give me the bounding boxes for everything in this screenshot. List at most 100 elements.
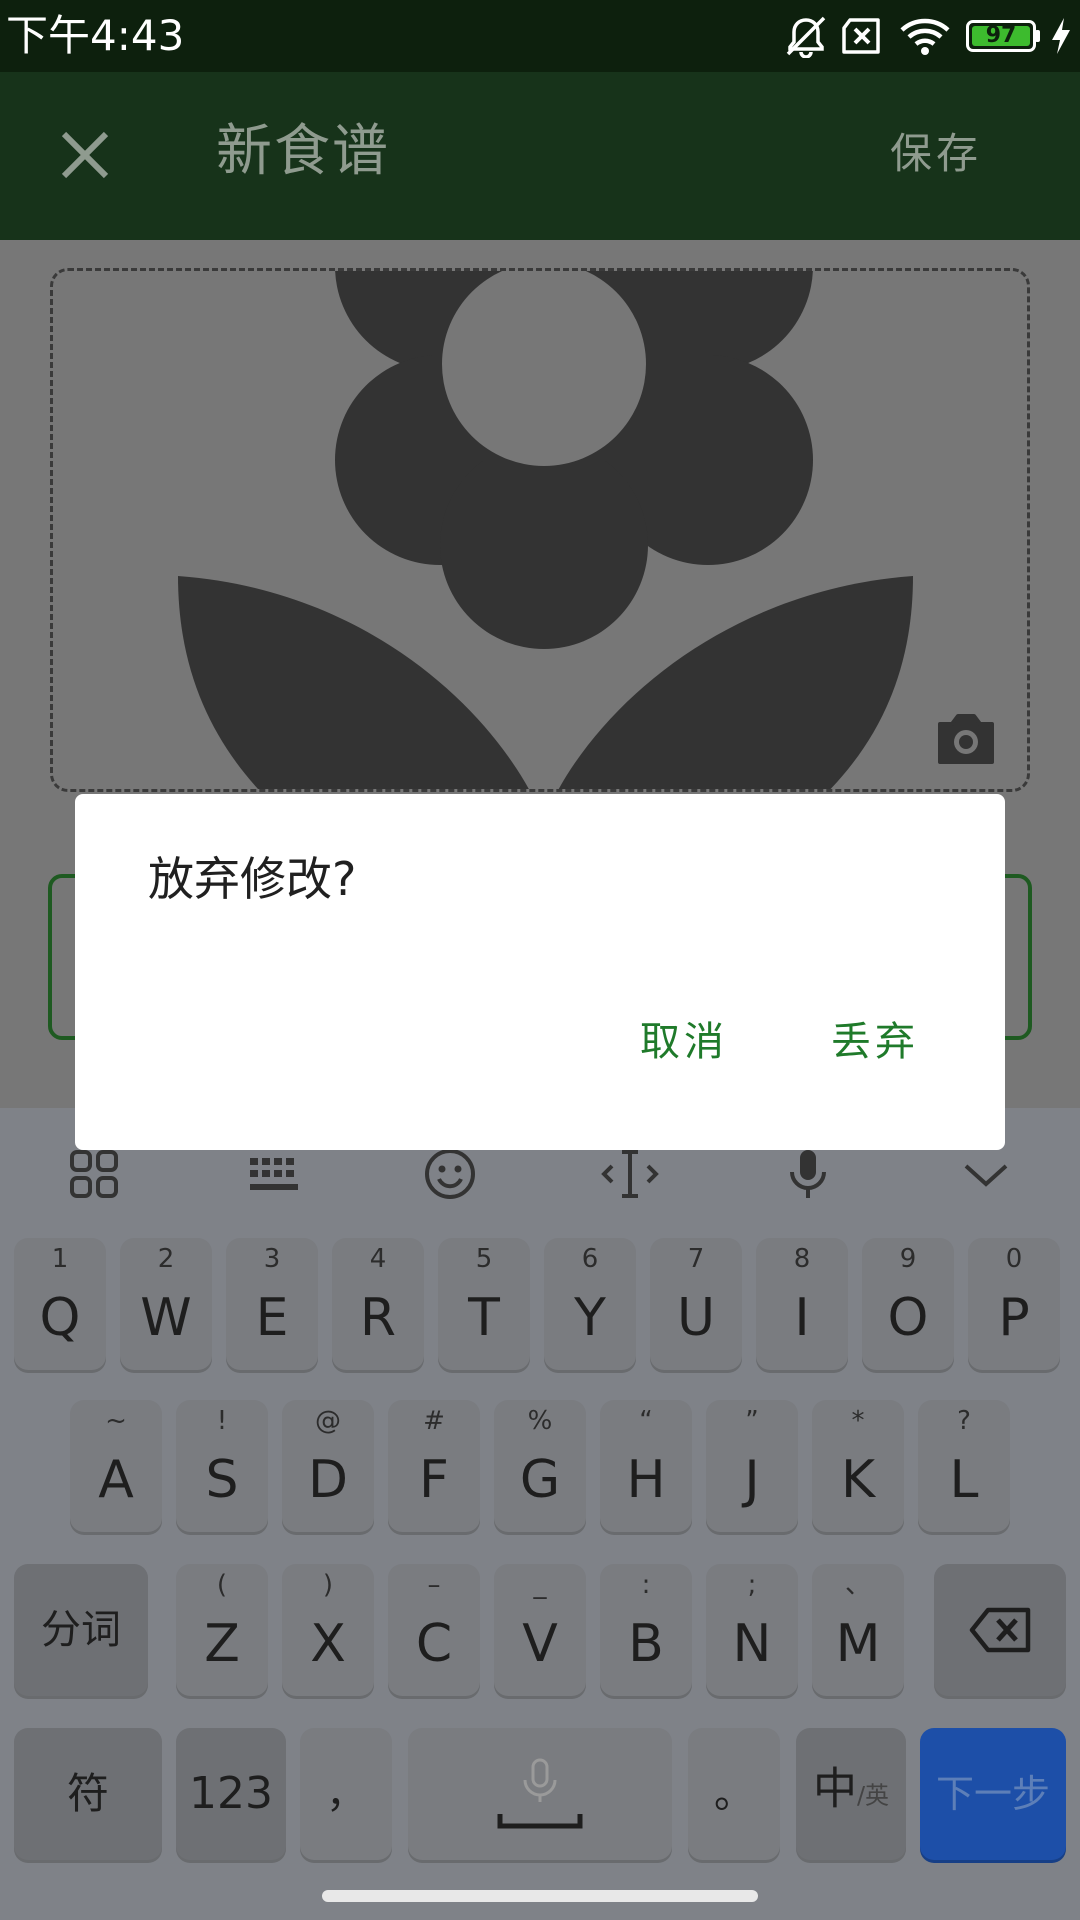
key-label: E xyxy=(255,1288,289,1348)
key-label: K xyxy=(840,1450,876,1510)
comma-key[interactable]: ， xyxy=(300,1728,392,1860)
key-label: W xyxy=(140,1288,192,1348)
key-o[interactable]: 9O xyxy=(862,1238,954,1370)
lang-sub-label: /英 xyxy=(856,1781,890,1810)
key-w[interactable]: 2W xyxy=(120,1238,212,1370)
key-label: B xyxy=(628,1614,664,1674)
key-hint: ” xyxy=(745,1406,759,1436)
key-hint: 0 xyxy=(1005,1244,1023,1274)
key-label: J xyxy=(744,1450,760,1510)
dialog-title: 放弃修改? xyxy=(148,852,357,906)
key-label: H xyxy=(626,1450,666,1510)
key-label: X xyxy=(310,1614,346,1674)
key-hint: – xyxy=(427,1570,441,1600)
key-hint: % xyxy=(527,1406,553,1436)
apps-grid-icon[interactable] xyxy=(64,1144,124,1204)
symbol-key[interactable]: 符 xyxy=(14,1728,162,1860)
close-icon[interactable] xyxy=(56,126,114,184)
key-hint: : xyxy=(641,1570,651,1600)
key-u[interactable]: 7U xyxy=(650,1238,742,1370)
key-n[interactable]: ; N xyxy=(706,1564,798,1696)
key-z[interactable]: (Z xyxy=(176,1564,268,1696)
key-label: P xyxy=(998,1288,1030,1348)
key-hint: # xyxy=(423,1406,445,1436)
key-j[interactable]: ” J xyxy=(706,1400,798,1532)
key-c[interactable]: – C xyxy=(388,1564,480,1696)
key-hint: ! xyxy=(216,1406,228,1436)
number-key[interactable]: 123 xyxy=(176,1728,286,1860)
key-a[interactable]: ~ A xyxy=(70,1400,162,1532)
recipe-image-placeholder[interactable] xyxy=(50,268,1030,792)
collapse-keyboard-icon[interactable] xyxy=(956,1144,1016,1204)
key-label: A xyxy=(98,1450,134,1510)
space-mic-icon xyxy=(497,1758,583,1829)
key-hint: ( xyxy=(216,1570,228,1600)
key-d[interactable]: @ D xyxy=(282,1400,374,1532)
fenci-key[interactable]: 分词 xyxy=(14,1564,148,1696)
key-label: F xyxy=(419,1450,449,1510)
key-hint: 8 xyxy=(793,1244,811,1274)
key-x[interactable]: ) X xyxy=(282,1564,374,1696)
key-label: S xyxy=(205,1450,239,1510)
key-y[interactable]: 6Y xyxy=(544,1238,636,1370)
backspace-icon xyxy=(969,1607,1031,1653)
key-v[interactable]: _ V xyxy=(494,1564,586,1696)
key-hint: 1 xyxy=(51,1244,69,1274)
key-m[interactable]: 、 M xyxy=(812,1564,904,1696)
battery-percent: 97 xyxy=(985,23,1017,48)
battery-icon: 97 xyxy=(966,20,1040,52)
keyboard-layout-icon[interactable] xyxy=(244,1144,304,1204)
emoji-icon[interactable] xyxy=(420,1144,480,1204)
key-label: C xyxy=(415,1614,453,1674)
key-hint: 7 xyxy=(687,1244,705,1274)
cancel-button[interactable]: 取消 xyxy=(640,1014,728,1070)
lang-main-label: 中 xyxy=(812,1763,857,1815)
key-hint: “ xyxy=(639,1406,653,1436)
key-r[interactable]: 4R xyxy=(332,1238,424,1370)
key-label: D xyxy=(307,1450,349,1510)
soft-keyboard: 1Q2W3E4R5T6Y7U8I9O0P ~ A! S @ D # F% G “H” J * K? L … xyxy=(0,1108,1080,1920)
flower-placeholder-icon xyxy=(178,271,913,789)
key-f[interactable]: # F xyxy=(388,1400,480,1532)
key-label: L xyxy=(949,1450,979,1510)
key-q[interactable]: 1Q xyxy=(14,1238,106,1370)
key-s[interactable]: ! S xyxy=(176,1400,268,1532)
language-switch-key[interactable]: 中/英 xyxy=(796,1728,906,1860)
period-key[interactable]: 。 xyxy=(688,1728,780,1860)
next-key[interactable]: 下一步 xyxy=(920,1728,1066,1860)
save-button[interactable]: 保存 xyxy=(890,124,982,184)
camera-icon[interactable] xyxy=(934,708,998,768)
key-l[interactable]: ? L xyxy=(918,1400,1010,1532)
key-label: U xyxy=(676,1288,716,1348)
discard-button[interactable]: 丢弃 xyxy=(831,1014,919,1070)
key-hint: 9 xyxy=(899,1244,917,1274)
key-label: V xyxy=(522,1614,558,1674)
key-p[interactable]: 0P xyxy=(968,1238,1060,1370)
key-label: M xyxy=(835,1614,881,1674)
key-i[interactable]: 8I xyxy=(756,1238,848,1370)
key-hint: 5 xyxy=(475,1244,493,1274)
key-b[interactable]: :B xyxy=(600,1564,692,1696)
key-label: O xyxy=(887,1288,929,1348)
key-t[interactable]: 5T xyxy=(438,1238,530,1370)
page-title: 新食谱 xyxy=(216,119,390,184)
key-hint: ? xyxy=(957,1406,971,1436)
wifi-icon xyxy=(900,18,950,55)
key-g[interactable]: % G xyxy=(494,1400,586,1532)
key-e[interactable]: 3E xyxy=(226,1238,318,1370)
key-hint: * xyxy=(851,1406,865,1436)
key-label: N xyxy=(732,1614,772,1674)
key-label: Y xyxy=(574,1288,606,1348)
bell-muted-icon xyxy=(786,16,826,58)
key-hint: ) xyxy=(322,1570,334,1600)
key-k[interactable]: * K xyxy=(812,1400,904,1532)
cursor-move-icon[interactable] xyxy=(600,1144,660,1204)
home-indicator[interactable] xyxy=(322,1890,758,1902)
backspace-key[interactable] xyxy=(934,1564,1066,1696)
status-time: 下午4:43 xyxy=(6,11,185,60)
key-h[interactable]: “H xyxy=(600,1400,692,1532)
space-key[interactable] xyxy=(408,1728,672,1860)
microphone-icon[interactable] xyxy=(778,1144,838,1204)
discard-changes-dialog: 放弃修改? 取消 丢弃 xyxy=(75,794,1005,1150)
key-label: Q xyxy=(39,1288,81,1348)
